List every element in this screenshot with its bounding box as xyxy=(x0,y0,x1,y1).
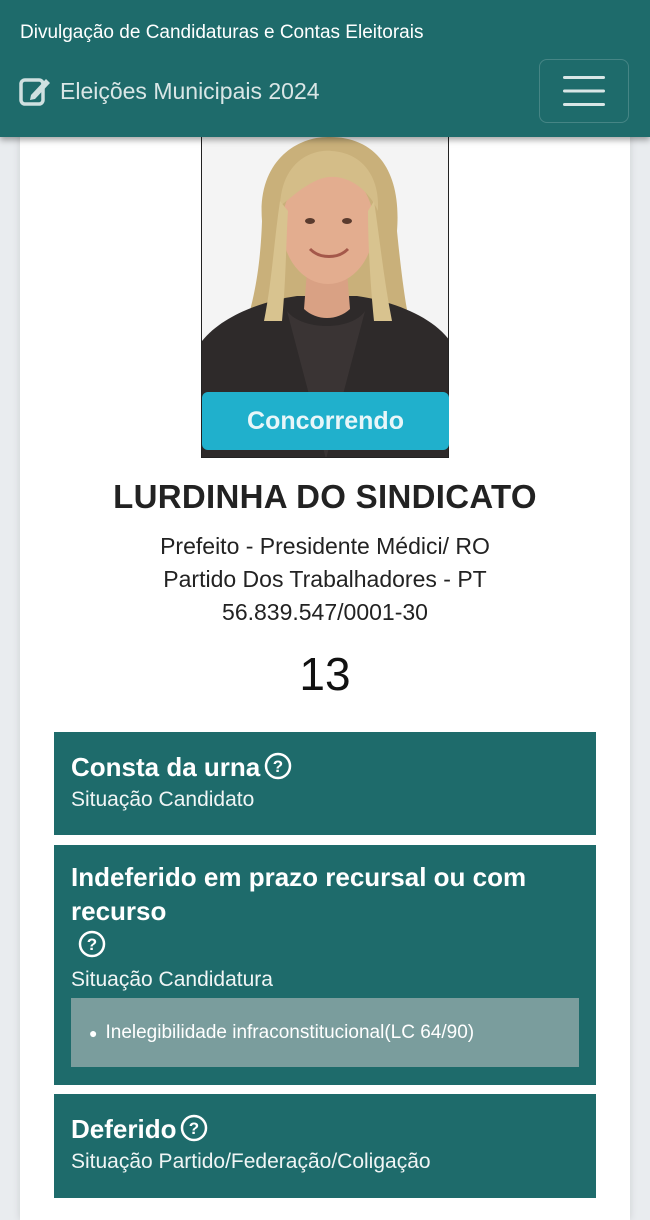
panel-subtitle: Situação Partido/Federação/Coligação xyxy=(71,1150,431,1173)
panel-subtitle: Situação Candidato xyxy=(71,788,255,811)
office-location: Prefeito - Presidente Médici/ RO xyxy=(160,533,490,559)
brand-link[interactable]: Eleições Municipais 2024 xyxy=(18,74,320,108)
menu-toggle-button[interactable] xyxy=(539,59,629,123)
svg-text:?: ? xyxy=(87,935,97,954)
help-icon[interactable]: ? xyxy=(180,1114,208,1142)
reason-list: ● Inelegibilidade infraconstitucional(LC… xyxy=(71,998,579,1067)
site-title: Divulgação de Candidaturas e Contas Elei… xyxy=(20,22,424,43)
help-icon[interactable]: ? xyxy=(78,930,106,958)
situation-value: Deferido xyxy=(71,1114,177,1144)
brand-label: Eleições Municipais 2024 xyxy=(60,77,320,104)
svg-text:?: ? xyxy=(273,757,283,776)
candidate-situation-panel: Consta da urna? Situação Candidato xyxy=(54,732,596,835)
help-icon[interactable]: ? xyxy=(264,752,292,780)
candidate-number: 13 xyxy=(299,648,351,700)
party-name: Partido Dos Trabalhadores - PT xyxy=(163,566,487,592)
party-situation-panel: Deferido? Situação Partido/Federação/Col… xyxy=(54,1094,596,1198)
svg-text:?: ? xyxy=(189,1119,199,1138)
situation-value: Consta da urna xyxy=(71,752,261,782)
cnpj: 56.839.547/0001-30 xyxy=(222,599,428,625)
list-item: Inelegibilidade infraconstitucional(LC 6… xyxy=(105,1021,475,1043)
panel-title: Deferido? xyxy=(71,1112,579,1146)
hamburger-menu-icon xyxy=(563,76,605,106)
panel-title: Consta da urna? xyxy=(71,750,579,784)
panel-title: Indeferido em prazo recursal ou com recu… xyxy=(71,862,527,926)
panel-subtitle: Situação Candidatura xyxy=(71,968,273,991)
candidacy-situation-panel: Indeferido em prazo recursal ou com recu… xyxy=(54,845,596,1085)
status-badge: Concorrendo xyxy=(202,392,449,450)
bullet-icon: ● xyxy=(89,1024,98,1041)
candidate-name: LURDINHA DO SINDICATO xyxy=(113,478,537,515)
edit-icon xyxy=(19,78,50,106)
top-navbar: Divulgação de Candidaturas e Contas Elei… xyxy=(0,0,650,137)
